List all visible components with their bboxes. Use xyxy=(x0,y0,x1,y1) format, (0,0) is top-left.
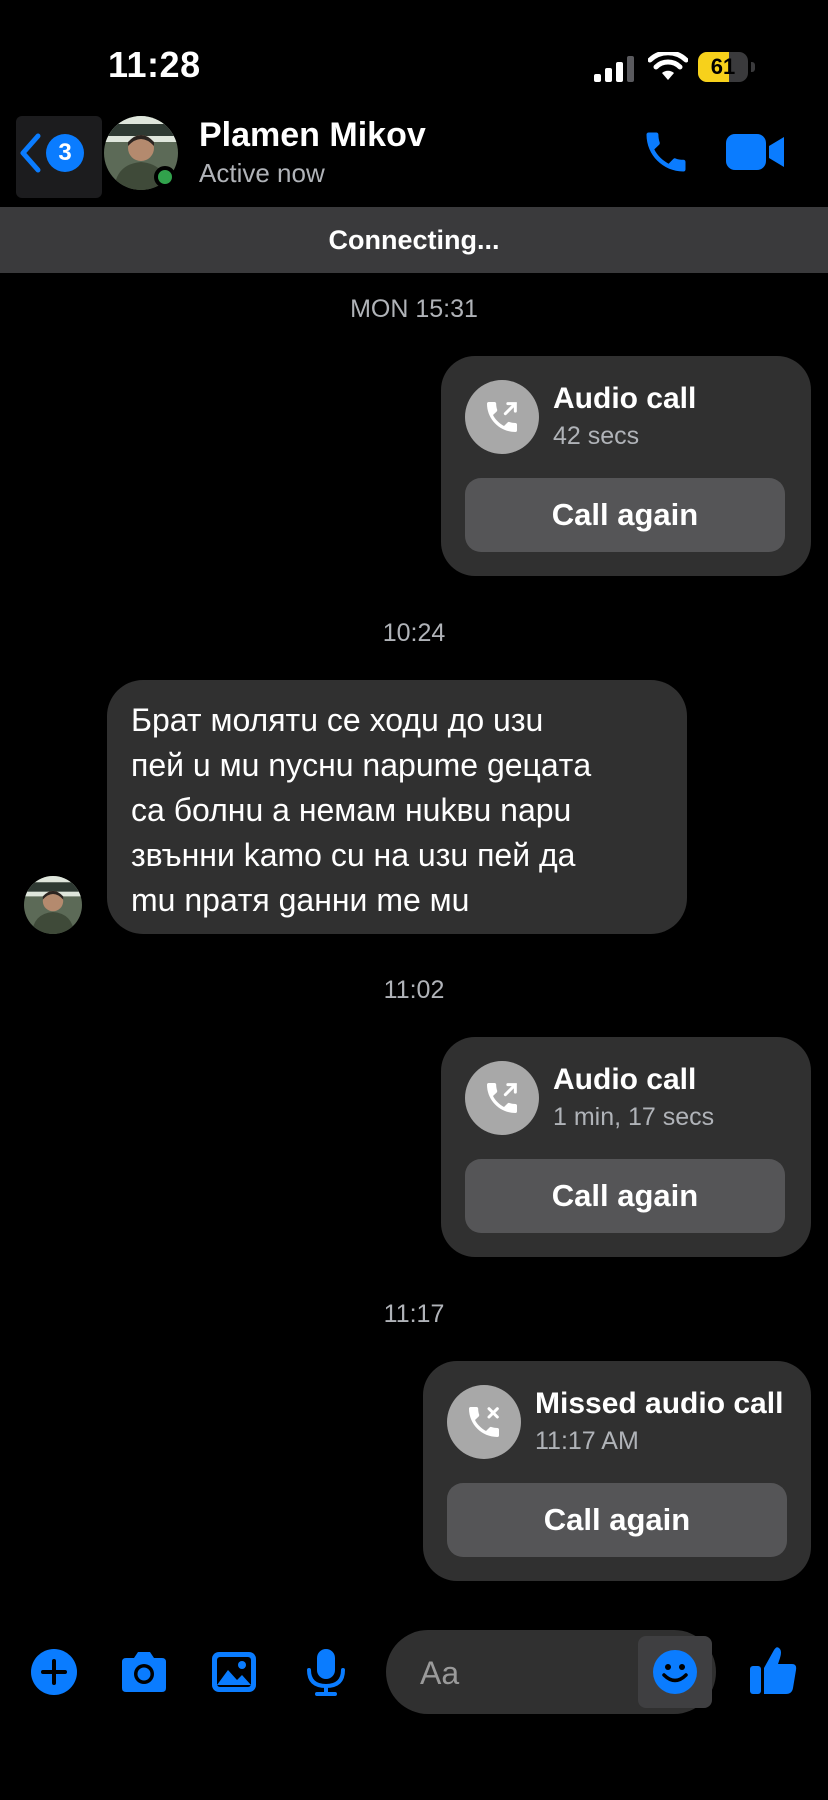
chevron-left-icon[interactable] xyxy=(18,132,42,174)
timestamp: 11:17 xyxy=(383,1300,445,1328)
gallery-icon[interactable] xyxy=(210,1648,258,1696)
call-time: 11:17 AM xyxy=(535,1427,639,1455)
microphone-icon[interactable] xyxy=(304,1648,348,1696)
message-line: са болнu а немам нukвu naрu xyxy=(131,792,572,828)
contact-name[interactable]: Plamen Mikov xyxy=(199,116,426,155)
outgoing-call-icon xyxy=(487,402,517,432)
emoji-icon xyxy=(653,1650,697,1694)
call-duration: 42 secs xyxy=(553,422,640,450)
call-again-button[interactable]: Call again xyxy=(465,478,785,552)
call-icon-circle xyxy=(447,1385,521,1459)
connecting-banner: Connecting... xyxy=(0,207,828,273)
online-status-dot xyxy=(154,166,176,188)
message-input-placeholder: Aa xyxy=(420,1655,460,1691)
battery-percent: 61 xyxy=(710,54,736,79)
missed-call-card: Missed audio call 11:17 AM Call again xyxy=(423,1361,811,1581)
timestamp: 10:24 xyxy=(382,619,446,647)
call-title: Audio call xyxy=(553,382,697,415)
call-icon-circle xyxy=(465,380,539,454)
incoming-message-bubble[interactable]: Брат молятu се ходu дo uзu пей u мu nycн… xyxy=(107,680,687,934)
outgoing-call-icon xyxy=(487,1083,517,1113)
battery-icon: 61 xyxy=(698,52,756,82)
audio-call-card: Audio call 42 secs Call again xyxy=(441,356,811,576)
missed-call-icon xyxy=(469,1407,499,1437)
call-title: Missed audio call xyxy=(535,1387,784,1420)
cellular-signal-icon xyxy=(594,56,634,82)
timestamp: 11:02 xyxy=(383,976,445,1004)
call-title: Audio call xyxy=(553,1063,697,1096)
message-line: Брат молятu се ходu дo uзu xyxy=(131,702,544,738)
audio-call-card: Audio call 1 min, 17 secs Call again xyxy=(441,1037,811,1257)
status-time: 11:28 xyxy=(108,44,201,85)
contact-active-status: Active now xyxy=(199,158,325,188)
message-line: пей u мu nycнu napume gецaтa xyxy=(131,747,592,783)
call-duration: 1 min, 17 secs xyxy=(553,1103,715,1131)
video-call-icon[interactable] xyxy=(726,132,786,172)
message-line: звънни kamo сu нa uзu пей дa xyxy=(131,837,576,873)
call-icon-circle xyxy=(465,1061,539,1135)
unread-count-badge[interactable]: 3 xyxy=(46,134,84,172)
call-again-button[interactable]: Call again xyxy=(447,1483,787,1557)
timestamp: MON 15:31 xyxy=(350,295,478,323)
message-line: mu npaтя gанни me мu xyxy=(131,882,470,918)
call-again-button[interactable]: Call again xyxy=(465,1159,785,1233)
thumbs-up-icon[interactable] xyxy=(748,1644,798,1696)
sender-avatar[interactable] xyxy=(24,876,82,934)
phone-call-icon[interactable] xyxy=(640,126,692,178)
camera-icon[interactable] xyxy=(118,1648,170,1696)
plus-icon[interactable] xyxy=(30,1648,78,1696)
wifi-icon xyxy=(648,52,688,80)
emoji-button[interactable] xyxy=(638,1636,712,1708)
